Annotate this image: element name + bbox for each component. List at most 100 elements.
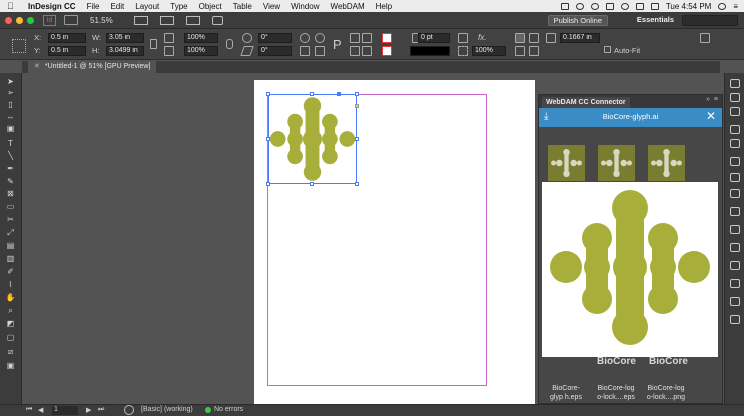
asset-file-label[interactable]: BioCore-log o-lock....png [646, 384, 686, 402]
previous-page-icon[interactable]: ◀ [38, 406, 43, 414]
width-field[interactable]: 3.05 in [106, 33, 144, 43]
page-options-icon[interactable] [124, 405, 134, 415]
page-number-field[interactable]: 1 [52, 406, 78, 415]
drop-shadow-icon[interactable] [458, 33, 468, 43]
workspace-switcher[interactable]: Essentials [637, 15, 674, 24]
select-previous-icon[interactable] [350, 46, 360, 56]
menu-table[interactable]: Table [233, 2, 252, 11]
panel-menu-icon[interactable]: ≡ [714, 96, 718, 103]
selection-tool-icon[interactable]: ➤ [5, 77, 16, 86]
effects-panel-icon[interactable] [730, 207, 740, 216]
placed-graphic-frame[interactable] [268, 94, 357, 184]
zoom-tool-icon[interactable]: ⌕ [5, 306, 16, 315]
screen-mode-tool-icon[interactable]: ▣ [5, 361, 16, 370]
rotate-90-ccw-icon[interactable] [315, 33, 325, 43]
frame-handle[interactable] [310, 92, 314, 96]
panel-menu-icon[interactable] [716, 33, 726, 43]
x-position-field[interactable]: 0.5 in [48, 33, 86, 43]
gap-tool-icon[interactable]: ↔ [5, 112, 16, 121]
height-field[interactable]: 3.0499 in [106, 46, 144, 56]
asset-thumbnail[interactable] [548, 145, 585, 181]
stroke-swatch-icon[interactable] [382, 46, 392, 56]
menu-object[interactable]: Object [199, 2, 222, 11]
scale-y-field[interactable]: 100% [184, 46, 218, 56]
view-options-icon[interactable] [134, 15, 148, 25]
fill-swatch-icon[interactable] [382, 33, 392, 43]
rotation-field[interactable]: 0° [258, 33, 292, 43]
cell-styles-panel-icon[interactable] [730, 315, 740, 324]
live-corners-handle[interactable] [355, 104, 359, 108]
menu-window[interactable]: Window [291, 2, 319, 11]
volume-icon[interactable] [635, 2, 644, 10]
dropbox-icon[interactable] [560, 2, 569, 10]
spotlight-icon[interactable] [718, 2, 727, 10]
rotate-90-cw-icon[interactable] [300, 33, 310, 43]
share-icon[interactable] [212, 15, 223, 25]
flip-horizontal-icon[interactable] [300, 46, 310, 56]
menubar-clock[interactable]: Tue 4:54 PM [666, 2, 712, 11]
character-styles-panel-icon[interactable] [730, 261, 740, 270]
frame-handle[interactable] [266, 137, 270, 141]
free-transform-tool-icon[interactable]: ⤢ [5, 228, 16, 237]
help-search-input[interactable] [682, 15, 738, 26]
zoom-level[interactable]: 51.5% [90, 16, 130, 25]
text-wrap-icon[interactable] [546, 33, 556, 43]
select-container-icon[interactable] [350, 33, 360, 43]
stroke-panel-icon[interactable] [730, 125, 740, 134]
rectangle-tool-icon[interactable]: ▭ [5, 202, 16, 211]
publish-online-button[interactable]: Publish Online [547, 15, 608, 26]
scale-x-field[interactable]: 100% [184, 33, 218, 43]
flip-vertical-icon[interactable] [315, 46, 325, 56]
line-tool-icon[interactable]: ╲ [5, 151, 16, 160]
swatches-panel-icon[interactable] [730, 157, 740, 166]
fit-content-to-frame-icon[interactable] [515, 46, 525, 56]
fill-frame-proportionally-icon[interactable] [529, 33, 539, 43]
frame-handle[interactable] [266, 182, 270, 186]
preflight-status[interactable]: No errors [214, 406, 243, 413]
zoom-window-button[interactable] [27, 16, 34, 24]
clock-icon[interactable] [590, 2, 599, 10]
close-window-button[interactable] [5, 16, 12, 24]
bluetooth-icon[interactable] [605, 2, 614, 10]
opacity-field[interactable]: 100% [472, 46, 506, 56]
app-menu[interactable]: InDesign CC [28, 2, 76, 11]
y-position-field[interactable]: 0.5 in [48, 46, 86, 56]
apple-menu-icon[interactable]:  [7, 1, 17, 11]
menu-view[interactable]: View [263, 2, 280, 11]
next-page-icon[interactable]: ▶ [86, 406, 91, 414]
text-wrap-panel-icon[interactable] [730, 225, 740, 234]
effects-icon[interactable]: fx. [478, 33, 486, 42]
layers-panel-icon[interactable] [730, 93, 740, 102]
minimize-window-button[interactable] [16, 16, 23, 24]
sync-icon[interactable] [575, 2, 584, 10]
cc-libraries-panel-icon[interactable] [730, 173, 740, 182]
last-page-icon[interactable]: ⏭ [98, 406, 104, 414]
constrain-proportions-icon[interactable] [150, 39, 157, 49]
battery-icon[interactable] [650, 2, 659, 10]
select-next-icon[interactable] [362, 46, 372, 56]
frame-handle[interactable] [310, 182, 314, 186]
asset-thumbnail[interactable] [598, 145, 635, 181]
fit-content-proportionally-icon[interactable] [515, 33, 525, 43]
gradient-feather-tool-icon[interactable]: ▥ [5, 254, 16, 263]
arrange-documents-icon[interactable] [186, 15, 200, 25]
stroke-type-select[interactable] [410, 46, 450, 56]
frame-handle[interactable] [355, 182, 359, 186]
collapse-panel-icon[interactable]: » [706, 96, 710, 103]
fill-stroke-icon[interactable]: ◩ [5, 319, 16, 328]
object-styles-panel-icon[interactable] [730, 279, 740, 288]
wifi-icon[interactable] [620, 2, 629, 10]
page-tool-icon[interactable]: ▯ [5, 100, 16, 109]
panel-title[interactable]: WebDAM CC Connector [542, 97, 630, 108]
table-styles-panel-icon[interactable] [730, 297, 740, 306]
asset-file-label[interactable]: BioCore-glyp h.eps [546, 384, 586, 402]
first-page-icon[interactable]: ⏮ [26, 406, 32, 414]
content-grabber[interactable] [337, 92, 341, 96]
direct-selection-tool-icon[interactable]: ➢ [5, 88, 16, 97]
menu-webdam[interactable]: WebDAM [331, 2, 365, 11]
menu-file[interactable]: File [87, 2, 100, 11]
gradient-swatch-tool-icon[interactable]: ▤ [5, 241, 16, 250]
links-panel-icon[interactable] [730, 107, 740, 116]
menu-type[interactable]: Type [170, 2, 187, 11]
menu-edit[interactable]: Edit [110, 2, 124, 11]
